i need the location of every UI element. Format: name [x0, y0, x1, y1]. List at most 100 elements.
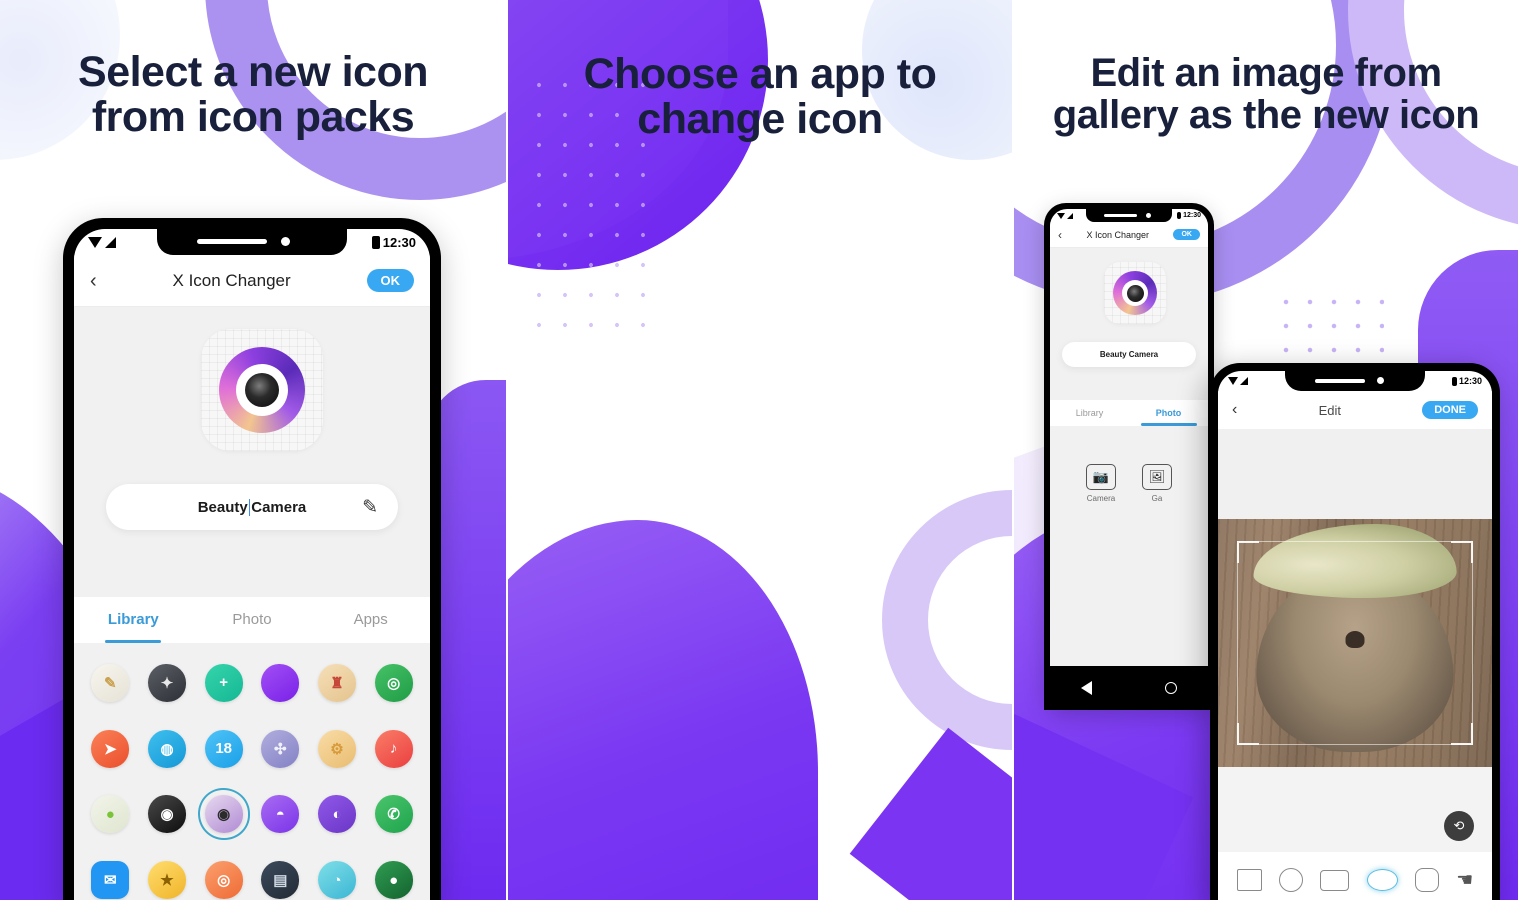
camera-source-button[interactable]: 📷 Camera: [1086, 464, 1116, 503]
app-name-left: Beauty: [197, 498, 248, 516]
award-icon[interactable]: ♜: [317, 663, 356, 702]
edit-top-spacer: [1218, 429, 1492, 519]
calendar-18-icon[interactable]: 18: [204, 729, 243, 768]
library-icon-cell[interactable]: +: [195, 655, 252, 711]
library-icon-cell[interactable]: ★: [139, 852, 196, 900]
library-icon-cell[interactable]: ◐: [309, 787, 366, 843]
rings-orange-icon[interactable]: ◎: [204, 861, 243, 900]
shape-rectangle[interactable]: [1320, 869, 1350, 891]
beauty-camera-eye-icon: [219, 347, 305, 433]
phone-screen-3-front: 12:30 ‹ Edit DONE ⟲ ☚: [1218, 371, 1492, 900]
rotate-icon: ⟲: [1453, 818, 1465, 833]
battery-icon: [371, 235, 380, 249]
search-green-icon[interactable]: ◎: [374, 663, 413, 702]
shape-freehand[interactable]: ☚: [1456, 871, 1473, 890]
ok-button[interactable]: OK: [1173, 229, 1200, 240]
calculator-icon[interactable]: +: [204, 663, 243, 702]
signal-icon: [1240, 377, 1248, 385]
library-icon-cell[interactable]: ◔: [309, 852, 366, 900]
panel-2-headline: Choose an app to change icon: [508, 51, 1012, 142]
status-time: 12:30: [382, 234, 416, 250]
chevron-left-icon[interactable]: ‹: [1058, 229, 1062, 241]
ball-green-icon[interactable]: ●: [374, 861, 413, 900]
library-icon-cell[interactable]: ➤: [82, 721, 139, 777]
phone-screen-3-back: 12:30 ‹ X Icon Changer OK Beauty Camera …: [1050, 209, 1208, 666]
guinea-pig-with-bow-photo[interactable]: [1218, 519, 1492, 767]
android-nav-bar: [1044, 666, 1214, 710]
library-icon-cell[interactable]: 18: [195, 721, 252, 777]
clock-icon[interactable]: [261, 663, 300, 702]
library-icon-cell[interactable]: ◓: [252, 787, 309, 843]
tab-library[interactable]: Library: [1050, 400, 1129, 426]
gallery-icon[interactable]: ◐: [317, 795, 356, 834]
nav-back-icon[interactable]: [1080, 681, 1092, 695]
ok-button[interactable]: OK: [366, 269, 414, 292]
status-time: 12:30: [1183, 212, 1201, 219]
library-icon-cell[interactable]: [252, 655, 309, 711]
leaf-icon[interactable]: ●: [91, 795, 130, 834]
nav-home-icon[interactable]: [1165, 682, 1178, 694]
phone-icon[interactable]: ✆: [374, 795, 413, 834]
library-icon-cell[interactable]: ◉: [139, 787, 196, 843]
shape-circle[interactable]: [1278, 868, 1303, 892]
star-icon[interactable]: ★: [147, 861, 186, 900]
bg-corner-wedge: [849, 727, 1012, 900]
library-icon-cell[interactable]: ✣: [252, 721, 309, 777]
library-icon-cell[interactable]: ◉: [195, 787, 252, 843]
photo-source-buttons: 📷 Camera 🖼 Ga: [1050, 464, 1208, 503]
library-icon-cell[interactable]: ✦: [139, 655, 196, 711]
gallery-source-button[interactable]: 🖼 Ga: [1142, 464, 1172, 503]
tab-library[interactable]: Library: [74, 597, 193, 643]
safari-icon[interactable]: ✣: [261, 729, 300, 768]
photo-source-area: [1050, 426, 1208, 666]
clock-blue-icon[interactable]: ◔: [317, 861, 356, 900]
app-name-input[interactable]: Beauty Camera ✎: [106, 484, 398, 530]
tab-bar-1: Library Photo Apps: [74, 597, 430, 643]
shape-square[interactable]: [1236, 869, 1262, 891]
chat-icon[interactable]: ◍: [147, 729, 186, 768]
pencil-icon[interactable]: ✎: [362, 496, 378, 519]
icon-preview[interactable]: [201, 329, 323, 451]
tab-photo[interactable]: Photo: [1129, 400, 1208, 426]
chevron-left-icon[interactable]: ‹: [1232, 402, 1237, 418]
clapboard-icon[interactable]: ✦: [147, 663, 186, 702]
beauty-camera-selected-icon[interactable]: ◉: [197, 788, 250, 841]
shape-ellipse[interactable]: [1366, 869, 1398, 891]
library-icon-cell[interactable]: ⚙: [309, 721, 366, 777]
settings-gold-icon[interactable]: ⚙: [317, 729, 356, 768]
shape-rounded-square[interactable]: [1414, 868, 1439, 892]
tab-photo[interactable]: Photo: [193, 597, 312, 643]
library-icon-cell[interactable]: ✉: [82, 852, 139, 900]
app-title: X Icon Changer: [172, 270, 291, 290]
app-name-value: Beauty Camera: [1099, 350, 1159, 359]
chevron-left-icon[interactable]: ‹: [90, 271, 97, 291]
library-icon-cell[interactable]: ♪: [365, 721, 422, 777]
headline-line: from icon packs: [91, 93, 415, 142]
messages-blue-icon[interactable]: ✉: [91, 861, 130, 900]
library-icon-cell[interactable]: ●: [82, 787, 139, 843]
app-title: X Icon Changer: [1086, 229, 1150, 240]
icon-preview[interactable]: [1104, 262, 1166, 324]
compass-icon[interactable]: ✎: [91, 663, 130, 702]
music-icon[interactable]: ♪: [374, 729, 413, 768]
bg-bottom-blob: [508, 520, 818, 900]
tab-apps[interactable]: Apps: [311, 597, 430, 643]
library-icon-cell[interactable]: ♜: [309, 655, 366, 711]
library-icon-cell[interactable]: ▤: [252, 852, 309, 900]
app-name-input[interactable]: Beauty Camera: [1062, 342, 1196, 367]
battery-icon: [1177, 212, 1182, 219]
done-button[interactable]: DONE: [1422, 401, 1478, 419]
send-icon[interactable]: ➤: [91, 729, 130, 768]
library-icon-cell[interactable]: ●: [365, 852, 422, 900]
library-icon-cell[interactable]: ◎: [365, 655, 422, 711]
camera-dark-icon[interactable]: ◉: [147, 795, 186, 834]
library-icon-cell[interactable]: ✎: [82, 655, 139, 711]
news-icon[interactable]: ▤: [261, 861, 300, 900]
crop-handles-icon[interactable]: [1237, 541, 1473, 745]
rotate-button[interactable]: ⟲: [1444, 811, 1474, 841]
library-icon-cell[interactable]: ✆: [365, 787, 422, 843]
library-icon-cell[interactable]: ◎: [195, 852, 252, 900]
screenshot-gallery: Select a new iconfrom icon packs 12:30: [0, 0, 1518, 900]
spiral-icon[interactable]: ◓: [261, 795, 300, 834]
library-icon-cell[interactable]: ◍: [139, 721, 196, 777]
